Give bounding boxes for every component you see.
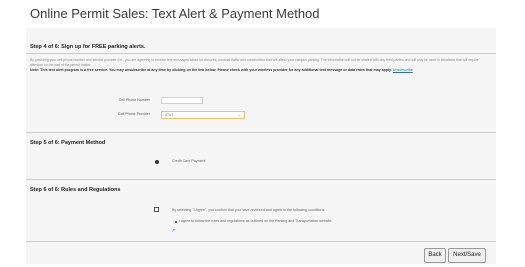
divider <box>26 53 496 54</box>
bullet <box>175 221 177 223</box>
next-save-button[interactable]: Next/Save <box>448 248 486 263</box>
rules-bullet-text: I agree to follow the rules and regulati… <box>179 219 333 223</box>
cell-provider-select[interactable]: AT&T ⌄ <box>161 111 245 119</box>
cell-phone-label: Cell Phone Number <box>118 98 150 102</box>
step4-heading: Step 4 of 6: Sign up for FREE parking al… <box>30 44 146 50</box>
step4-description: By providing your cell phone number and … <box>30 58 479 67</box>
cell-provider-value: AT&T <box>165 113 174 117</box>
step5-heading: Step 5 of 6: Payment Method <box>30 140 106 146</box>
agree-text: By selecting "I Agree", you confirm that… <box>172 208 326 212</box>
chevron-down-icon: ⌄ <box>237 112 241 117</box>
credit-card-radio[interactable] <box>155 160 159 164</box>
external-link-icon[interactable]: ↗ <box>171 229 175 234</box>
credit-card-label: Credit Card Payment <box>172 159 206 163</box>
divider <box>26 179 496 180</box>
divider <box>26 241 496 242</box>
step4-note: Note: This text alert program is a free … <box>30 68 492 73</box>
cell-provider-label: Cell Phone Provider <box>118 112 150 116</box>
back-button[interactable]: Back <box>424 248 446 263</box>
divider <box>26 132 496 133</box>
page-title: Online Permit Sales: Text Alert & Paymen… <box>30 6 320 21</box>
step4-note-text: Note: This text alert program is a free … <box>30 68 392 72</box>
step6-heading: Step 6 of 6: Rules and Regulations <box>30 187 121 193</box>
cell-phone-input[interactable] <box>161 97 203 104</box>
agree-checkbox[interactable] <box>154 207 159 212</box>
unsubscribe-link[interactable]: Unsubscribe <box>393 68 413 72</box>
permit-form-panel: Step 4 of 6: Sign up for FREE parking al… <box>26 28 496 264</box>
